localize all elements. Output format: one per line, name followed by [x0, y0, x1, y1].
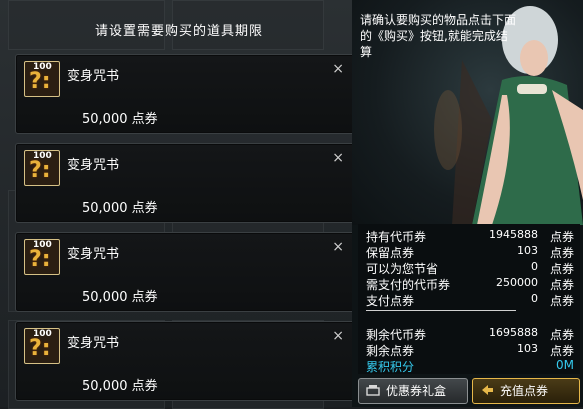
coupon-gift-label: 优惠券礼盒 [386, 384, 447, 398]
item-price: 50,000 点券 [82, 201, 158, 216]
recharge-icon [482, 385, 493, 395]
cart-panel: 请设置需要购买的道具期限 100 ?: 变身咒书 50,000 点券 × 100… [10, 6, 355, 406]
summary-unit: 点券 [549, 230, 574, 244]
summary-label: 需支付的代币券 [366, 278, 451, 292]
points-row: 累积积分 0M [366, 358, 574, 374]
item-name: 变身咒书 [67, 158, 120, 173]
summary-divider [366, 310, 516, 312]
summary-value: 103 [517, 244, 538, 257]
spell-book-icon: 100 ?: [24, 328, 60, 364]
close-icon[interactable]: × [332, 150, 344, 166]
panel-title: 请设置需要购买的道具期限 [94, 24, 263, 39]
item-glyph: ?: [29, 69, 51, 94]
summary-value: 0 [531, 292, 538, 305]
coupon-gift-button[interactable]: 优惠券礼盒 [358, 378, 468, 404]
summary-unit: 点券 [549, 262, 574, 276]
item-glyph: ?: [29, 158, 51, 183]
summary-row: 需支付的代币券 250000 点券 [366, 276, 574, 292]
spell-book-icon: 100 ?: [24, 239, 60, 275]
item-price: 50,000 点券 [82, 290, 158, 305]
summary-unit: 点券 [549, 294, 574, 308]
summary-row: 剩余点券 103 点券 [366, 342, 574, 358]
summary-unit: 点券 [549, 328, 574, 342]
summary-label: 支付点券 [366, 294, 415, 308]
summary-label: 剩余点券 [366, 344, 415, 358]
summary-label: 保留点券 [366, 246, 415, 260]
item-price: 50,000 点券 [82, 112, 158, 127]
points-label: 累积积分 [366, 360, 415, 374]
summary-value: 250000 [496, 276, 538, 289]
recharge-button[interactable]: 充值点券 [472, 378, 580, 404]
cart-item[interactable]: 100 ?: 变身咒书 50,000 点券 × [15, 321, 355, 401]
item-price: 50,000 点券 [82, 379, 158, 394]
payment-summary: 持有代币券 1945888 点券 保留点券 103 点券 可以为您节省 0 点券… [358, 224, 580, 374]
summary-value: 103 [517, 342, 538, 355]
summary-label: 剩余代币券 [366, 328, 427, 342]
summary-value: 0 [531, 260, 538, 273]
summary-unit: 点券 [549, 278, 574, 292]
summary-row: 可以为您节省 0 点券 [366, 260, 574, 276]
summary-label: 可以为您节省 [366, 262, 439, 276]
item-name: 变身咒书 [67, 247, 120, 262]
close-icon[interactable]: × [332, 328, 344, 344]
summary-label: 持有代币券 [366, 230, 427, 244]
points-value: 0M [556, 358, 574, 372]
cart-item[interactable]: 100 ?: 变身咒书 50,000 点券 × [15, 143, 355, 223]
summary-row: 持有代币券 1945888 点券 [366, 228, 574, 244]
close-icon[interactable]: × [332, 61, 344, 77]
summary-value: 1695888 [489, 326, 538, 339]
item-name: 变身咒书 [67, 69, 120, 84]
item-glyph: ?: [29, 247, 51, 272]
close-icon[interactable]: × [332, 239, 344, 255]
coupon-gift-icon [366, 385, 380, 396]
recharge-label: 充值点券 [500, 384, 549, 398]
summary-row: 支付点券 0 点券 [366, 292, 574, 308]
summary-row: 保留点券 103 点券 [366, 244, 574, 260]
cart-item[interactable]: 100 ?: 变身咒书 50,000 点券 × [15, 232, 355, 312]
item-name: 变身咒书 [67, 336, 120, 351]
npc-character-art: 请确认要购买的物品点击下面的《购买》按钮,就能完成结算 [352, 0, 583, 225]
summary-value: 1945888 [489, 228, 538, 241]
summary-row: 剩余代币券 1695888 点券 [366, 326, 574, 342]
confirm-message: 请确认要购买的物品点击下面的《购买》按钮,就能完成结算 [360, 13, 517, 59]
cart-item[interactable]: 100 ?: 变身咒书 50,000 点券 × [15, 54, 355, 134]
spell-book-icon: 100 ?: [24, 61, 60, 97]
summary-unit: 点券 [549, 246, 574, 260]
spell-book-icon: 100 ?: [24, 150, 60, 186]
summary-unit: 点券 [549, 344, 574, 358]
item-glyph: ?: [29, 336, 51, 361]
